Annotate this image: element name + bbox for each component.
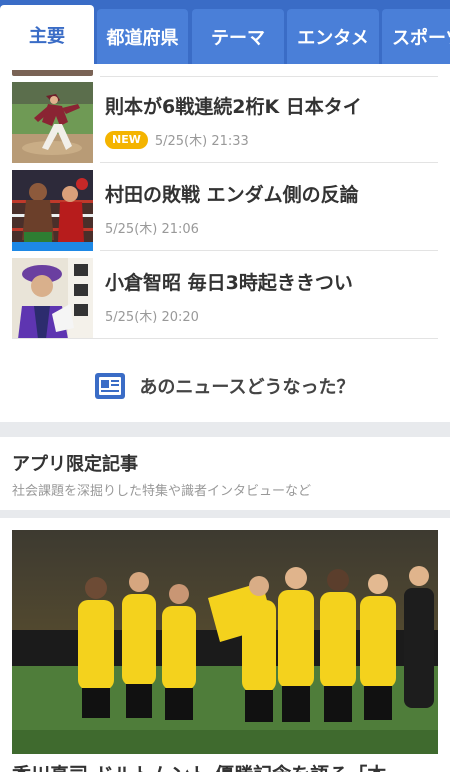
section-heading: アプリ限定記事 (12, 454, 138, 475)
category-tab-bar: 主要 都道府県 テーマ エンタメ スポーツ (0, 0, 450, 64)
news-list-item[interactable]: 小倉智昭 毎日3時起ききつい 5/25(木) 20:20 (0, 252, 450, 339)
divider (100, 250, 438, 251)
followup-link[interactable]: あのニュースどうなった？ (0, 350, 450, 422)
tab-label: スポーツ (392, 27, 450, 49)
news-meta: 5/25(木) 20:20 (105, 306, 199, 325)
baseball-pitcher-photo (12, 82, 93, 163)
news-title: 小倉智昭 毎日3時起ききつい (105, 272, 353, 294)
new-badge: NEW (105, 130, 148, 149)
divider (12, 338, 438, 339)
soccer-team-photo (12, 530, 438, 754)
tv-host-photo (12, 258, 93, 339)
feature-article[interactable]: 香川真司 ドルトムント 優勝記念を語る「本 (0, 518, 450, 772)
news-timestamp: 5/25(木) 20:20 (105, 310, 199, 325)
news-timestamp: 5/25(木) 21:06 (105, 222, 199, 237)
section-subtitle: 社会課題を深掘りした特集や識者インタビューなど (12, 484, 312, 499)
news-meta: 5/25(木) 21:06 (105, 218, 199, 237)
news-list-item[interactable]: 則本が6戦連続2桁K 日本タイ NEW 5/25(木) 21:33 (0, 76, 450, 163)
news-list: 則本が6戦連続2桁K 日本タイ NEW 5/25(木) 21:33 村田の敗戦 … (0, 64, 450, 422)
tab-prefectures[interactable]: 都道府県 (97, 9, 188, 64)
tab-label: 主要 (29, 25, 65, 47)
news-meta: NEW 5/25(木) 21:33 (105, 130, 249, 149)
news-title: 村田の敗戦 エンダム側の反論 (105, 184, 359, 206)
tab-label: テーマ (211, 27, 265, 49)
tab-label: エンタメ (297, 27, 369, 49)
divider (100, 162, 438, 163)
news-doc-icon (95, 373, 126, 399)
tab-label: 都道府県 (106, 27, 179, 49)
tab-sports[interactable]: スポーツ (382, 9, 450, 64)
app-only-articles[interactable]: アプリ限定記事 社会課題を深掘りした特集や識者インタビューなど (0, 437, 450, 510)
tab-entertainment[interactable]: エンタメ (287, 9, 379, 64)
news-list-item[interactable]: 村田の敗戦 エンダム側の反論 5/25(木) 21:06 (0, 164, 450, 251)
tab-main[interactable]: 主要 (0, 5, 94, 64)
news-title: 則本が6戦連続2桁K 日本タイ (105, 96, 362, 118)
feature-title: 香川真司 ドルトムント 優勝記念を語る「本 (12, 760, 386, 772)
followup-label: あのニュースどうなった？ (139, 377, 355, 398)
boxing-ring-photo (12, 170, 93, 251)
tab-themes[interactable]: テーマ (192, 9, 284, 64)
news-timestamp: 5/25(木) 21:33 (154, 134, 249, 149)
